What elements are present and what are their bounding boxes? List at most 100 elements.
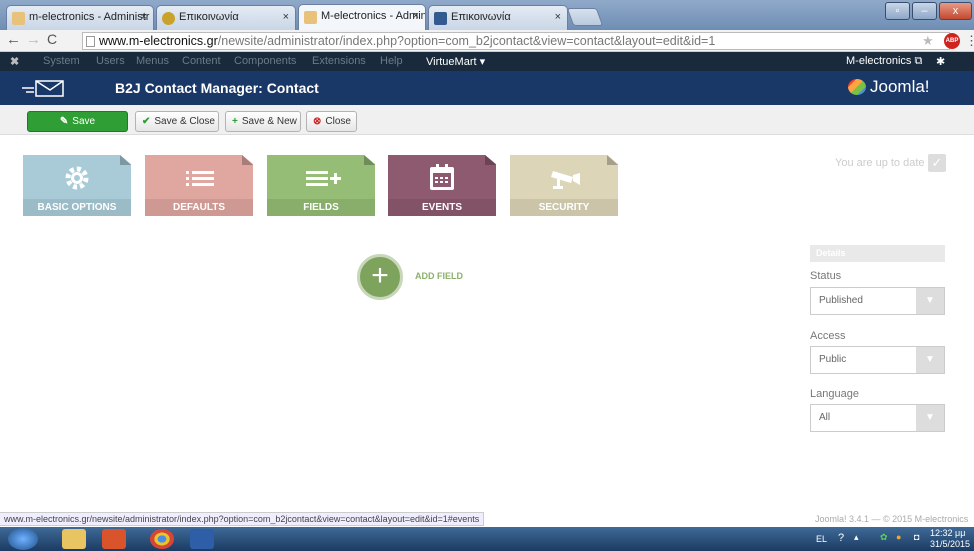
joomla-logo-icon [848, 79, 866, 95]
toolbar: ✎ Save ✔ Save & Close + Save & New ⊗ Close [0, 105, 974, 135]
bookmark-star-icon[interactable]: ★ [922, 33, 934, 49]
joomla-logo-text: Joomla! [870, 77, 930, 96]
menu-components[interactable]: Components [234, 55, 296, 67]
card-label: SECURITY [510, 199, 618, 216]
adblock-icon[interactable]: ABP [944, 33, 960, 49]
admin-menu-bar: ✖ System Users Menus Content Components … [0, 52, 974, 71]
network-icon[interactable]: ▴ [854, 532, 859, 543]
save-close-button[interactable]: ✔ Save & Close [135, 111, 219, 132]
add-field-label[interactable]: ADD FIELD [415, 271, 463, 281]
language-value: All [819, 412, 831, 423]
card-label: DEFAULTS [145, 199, 253, 216]
tab-close-icon[interactable]: × [555, 11, 561, 23]
add-field-button[interactable]: + [357, 254, 403, 300]
explorer-icon[interactable] [62, 529, 86, 549]
card-defaults[interactable]: DEFAULTS [145, 155, 253, 216]
browser-tab-4[interactable]: Επικοινωνία × [428, 5, 568, 30]
language-indicator[interactable]: EL [816, 534, 827, 544]
help-icon[interactable]: ? [838, 532, 844, 544]
site-favicon-icon [434, 12, 447, 25]
browser-tab-3[interactable]: M-electronics - Administr × [298, 4, 426, 30]
access-label: Access [810, 330, 846, 342]
card-fields[interactable]: FIELDS [267, 155, 375, 216]
chevron-down-icon[interactable]: ▼ [916, 288, 944, 314]
clock-date[interactable]: 31/5/2015 [930, 539, 970, 549]
close-button[interactable]: ⊗ Close [306, 111, 357, 132]
menu-extensions[interactable]: Extensions [312, 55, 366, 67]
save-button-label: Save [72, 116, 96, 127]
card-label: EVENTS [388, 199, 496, 216]
save-new-button[interactable]: + Save & New [225, 111, 301, 132]
back-arrow-icon[interactable]: ← [6, 31, 21, 48]
menu-menus[interactable]: Menus [136, 55, 169, 67]
card-fold [607, 155, 618, 165]
menu-help[interactable]: Help [380, 55, 403, 67]
camera-icon [551, 171, 580, 189]
details-heading: Details [810, 245, 945, 262]
clock-time[interactable]: 12:32 μμ [930, 528, 965, 538]
language-select[interactable]: All ▼ [810, 404, 945, 432]
site-name: M-electronics [846, 55, 912, 67]
tab-close-icon[interactable]: × [141, 11, 147, 23]
word-icon[interactable] [190, 529, 214, 549]
card-fold [120, 155, 131, 165]
gear-icon [65, 166, 89, 190]
joomla-favicon-icon [304, 11, 317, 24]
plus-icon: + [232, 116, 238, 127]
new-tab-button[interactable] [566, 8, 604, 26]
window-close-button[interactable]: x [939, 2, 972, 20]
tab-close-icon[interactable]: × [413, 10, 419, 22]
chevron-down-icon[interactable]: ▼ [916, 405, 944, 431]
menu-users[interactable]: Users [96, 55, 125, 67]
browser-tab-bar: m-electronics - Administr × Επικοινωνία … [0, 0, 974, 30]
page-title: B2J Contact Manager: Contact [115, 80, 319, 96]
window-minimize-button[interactable]: – [912, 2, 937, 20]
browser-tab-2[interactable]: Επικοινωνία × [156, 5, 296, 30]
window-restore-button[interactable]: ▫ [885, 2, 910, 20]
speaker-icon[interactable]: ◘ [914, 532, 919, 542]
menu-virtuemart[interactable]: VirtueMart ▾ [426, 55, 485, 68]
card-label: BASIC OPTIONS [23, 199, 131, 216]
browser-menu-icon[interactable]: ⋮ [965, 33, 974, 49]
menu-content[interactable]: Content [182, 55, 221, 67]
tab-close-icon[interactable]: × [283, 11, 289, 23]
access-value: Public [819, 354, 847, 365]
status-bar-url: www.m-electronics.gr/newsite/administrat… [0, 512, 485, 526]
card-label: FIELDS [267, 199, 375, 216]
chevron-down-icon[interactable]: ▼ [916, 347, 944, 373]
forward-arrow-icon[interactable]: → [26, 31, 41, 48]
taskbar: EL ? ▴ ✿ ● ◘ 12:32 μμ 31/5/2015 [0, 527, 974, 551]
url-input[interactable]: www.m-electronics.gr/newsite/administrat… [82, 32, 950, 50]
browser-tab-1[interactable]: m-electronics - Administr × [6, 5, 154, 30]
shield-icon[interactable]: ✿ [880, 532, 888, 543]
settings-gear-icon[interactable]: ✱ [936, 55, 945, 68]
page-header: B2J Contact Manager: Contact Joomla! [0, 71, 974, 105]
menu-system[interactable]: System [43, 55, 80, 67]
menu-virtuemart-label: VirtueMart [426, 56, 477, 68]
list-icon [186, 171, 214, 186]
status-value: Published [819, 295, 863, 306]
site-link[interactable]: M-electronics ⧉ [846, 55, 922, 68]
reload-icon[interactable]: C [47, 31, 57, 47]
joomla-favicon-icon [12, 12, 25, 25]
antivirus-icon[interactable]: ● [896, 532, 901, 542]
update-status-text: You are up to date [835, 157, 925, 169]
status-select[interactable]: Published ▼ [810, 287, 945, 315]
tab-title: M-electronics - Administr [321, 10, 425, 22]
card-events[interactable]: EVENTS [388, 155, 496, 216]
card-basic-options[interactable]: BASIC OPTIONS [23, 155, 131, 216]
tab-title: Επικοινωνία [451, 11, 511, 23]
card-fold [242, 155, 253, 165]
access-select[interactable]: Public ▼ [810, 346, 945, 374]
save-button[interactable]: ✎ Save [27, 111, 128, 132]
url-host: www.m-electronics.gr [99, 34, 218, 48]
chrome-icon[interactable] [150, 529, 174, 549]
media-player-icon[interactable] [102, 529, 126, 549]
start-button[interactable] [8, 528, 38, 550]
address-bar-row: ← → C www.m-electronics.gr/newsite/admin… [0, 30, 974, 52]
close-circle-icon: ⊗ [313, 116, 322, 127]
joomla-menu-icon[interactable]: ✖ [10, 55, 19, 68]
status-label: Status [810, 270, 842, 282]
card-fold [364, 155, 375, 165]
card-security[interactable]: SECURITY [510, 155, 618, 216]
